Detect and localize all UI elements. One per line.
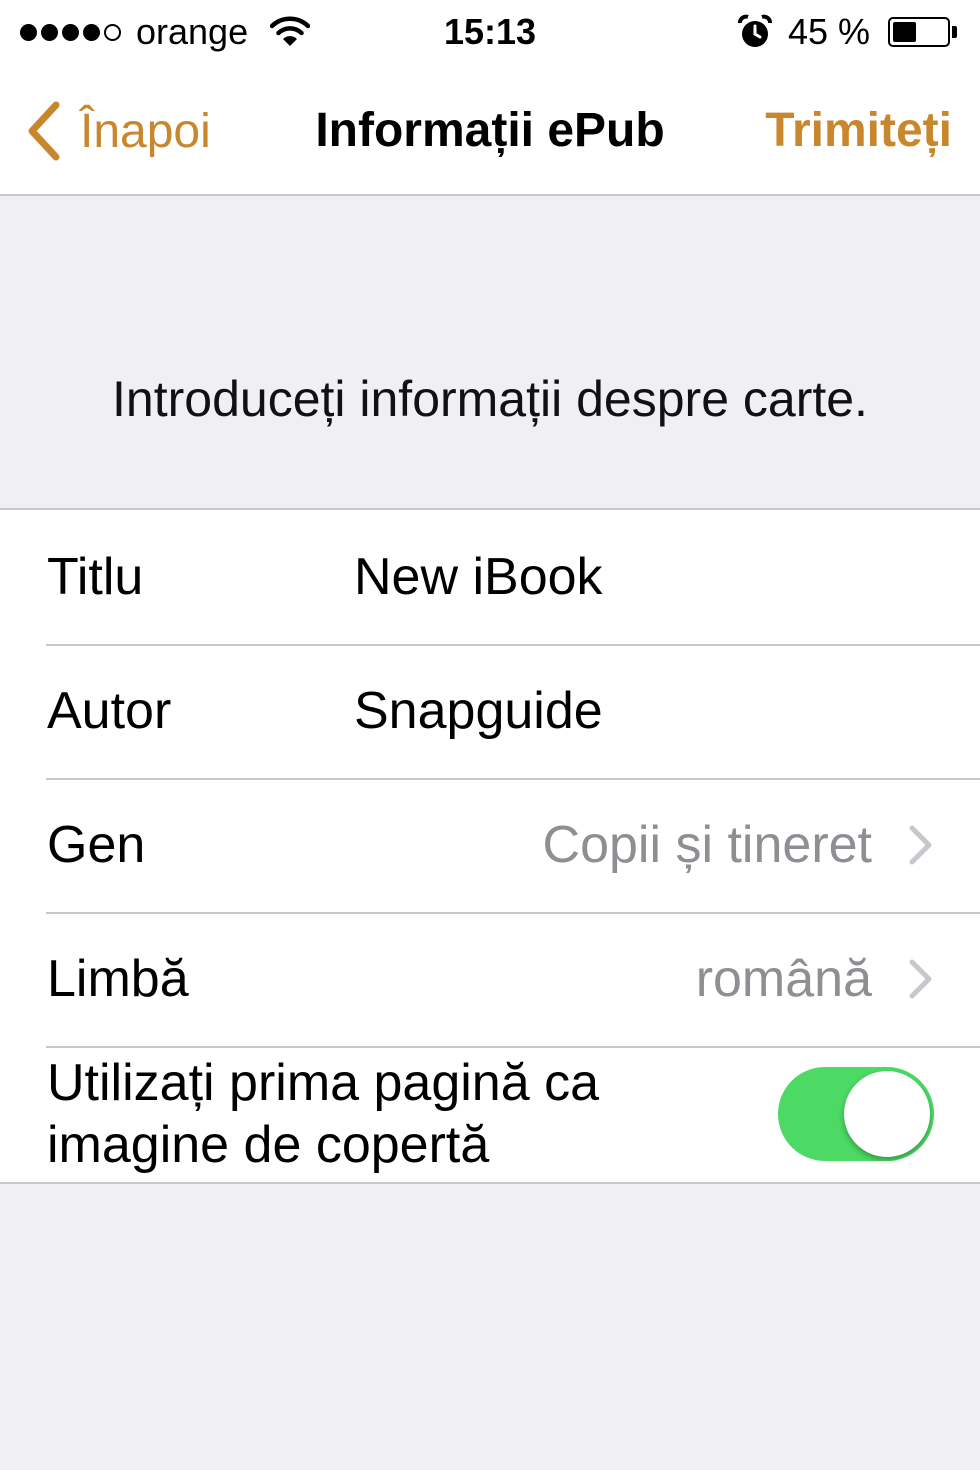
battery-icon [888,17,950,47]
title-label: Titlu [47,548,144,606]
battery-level [893,22,916,42]
send-button[interactable]: Trimiteți [765,96,952,166]
genre-label: Gen [47,816,146,874]
chevron-right-icon [909,959,932,999]
title-row[interactable]: Titlu New iBook [0,510,980,644]
alarm-clock-icon [738,14,772,47]
cover-toggle-label: Utilizați prima pagină ca imagine de cop… [47,1054,600,1174]
genre-value: Copii și tineret [542,816,872,874]
status-bar: orange 15:13 45 % [0,0,980,66]
toggle-knob [844,1071,930,1157]
title-field[interactable]: New iBook [354,510,603,644]
section-header: Introduceți informații despre carte. [112,371,868,427]
cover-row: Utilizați prima pagină ca imagine de cop… [0,1046,980,1182]
chevron-right-icon [909,825,932,865]
genre-row[interactable]: Gen Copii și tineret [0,778,980,912]
book-info-form: Titlu New iBook Autor Snapguide Gen Copi… [0,508,980,1184]
battery-percentage: 45 % [788,11,871,52]
author-field[interactable]: Snapguide [354,644,603,778]
author-label: Autor [47,682,172,740]
language-row[interactable]: Limbă română [0,912,980,1046]
battery-nub [952,26,957,38]
navigation-bar: Înapoi Informații ePub Trimiteți [0,66,980,196]
language-label: Limbă [47,950,189,1008]
author-row[interactable]: Autor Snapguide [0,644,980,778]
cover-toggle[interactable] [778,1067,934,1161]
language-value: română [695,950,872,1008]
